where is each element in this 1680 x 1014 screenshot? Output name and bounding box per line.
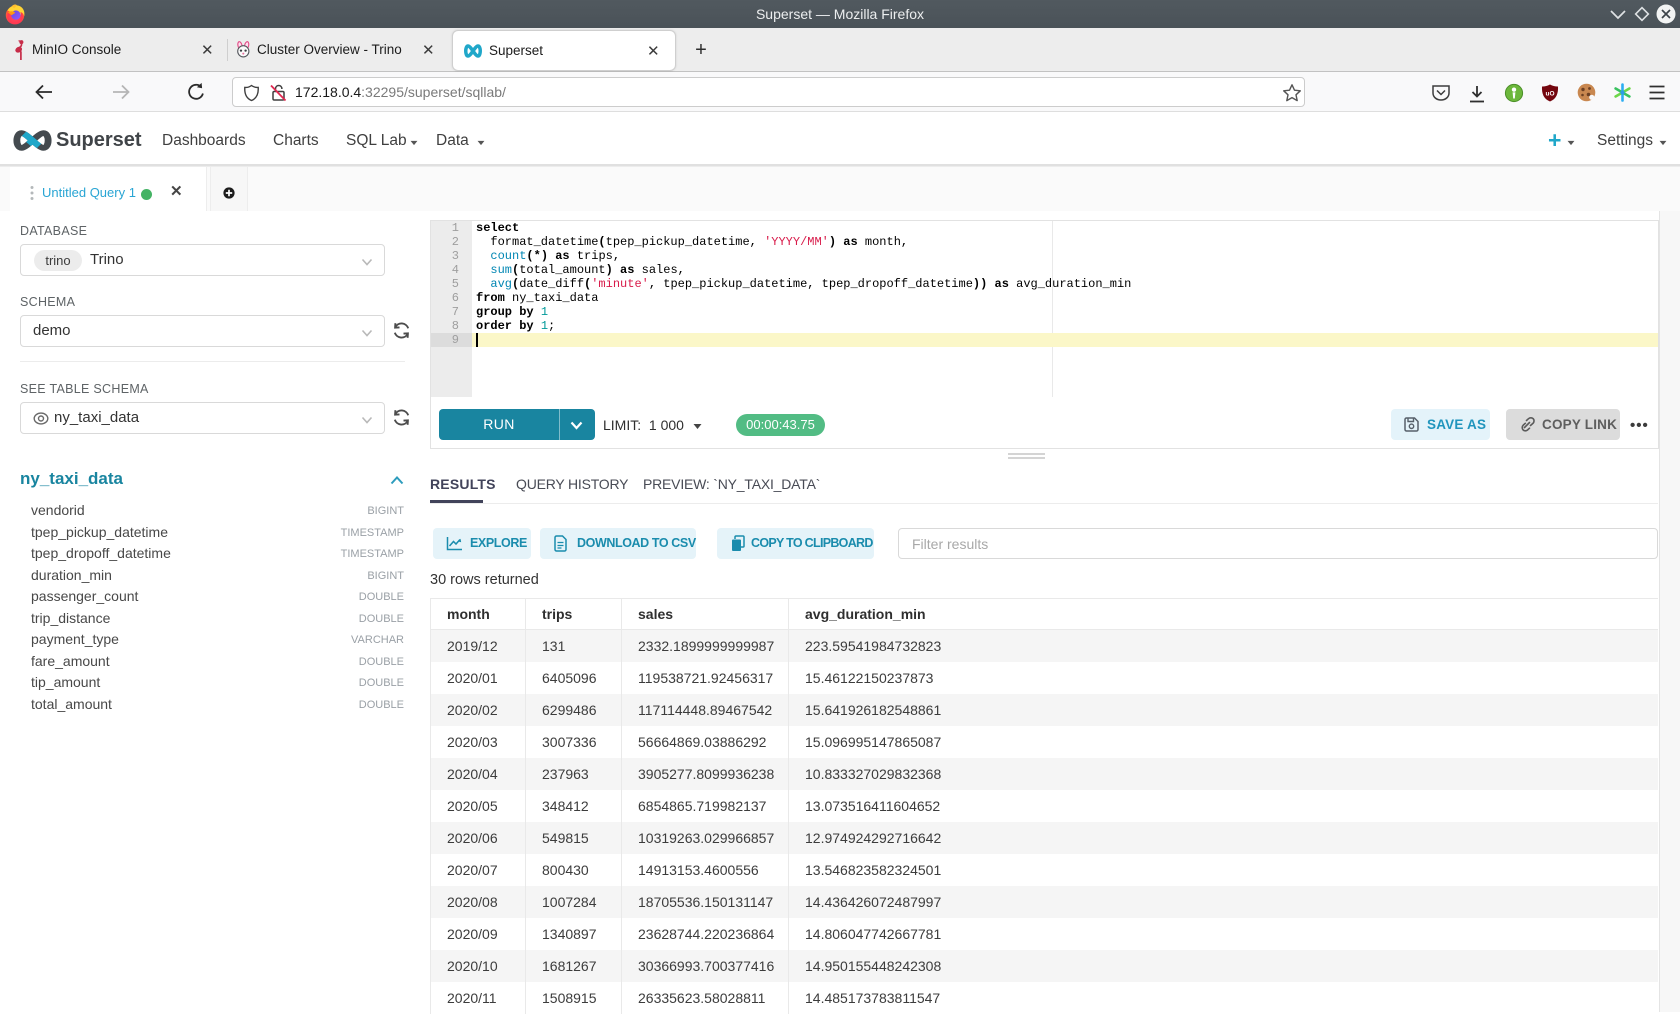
svg-text:uO: uO <box>1545 91 1554 98</box>
